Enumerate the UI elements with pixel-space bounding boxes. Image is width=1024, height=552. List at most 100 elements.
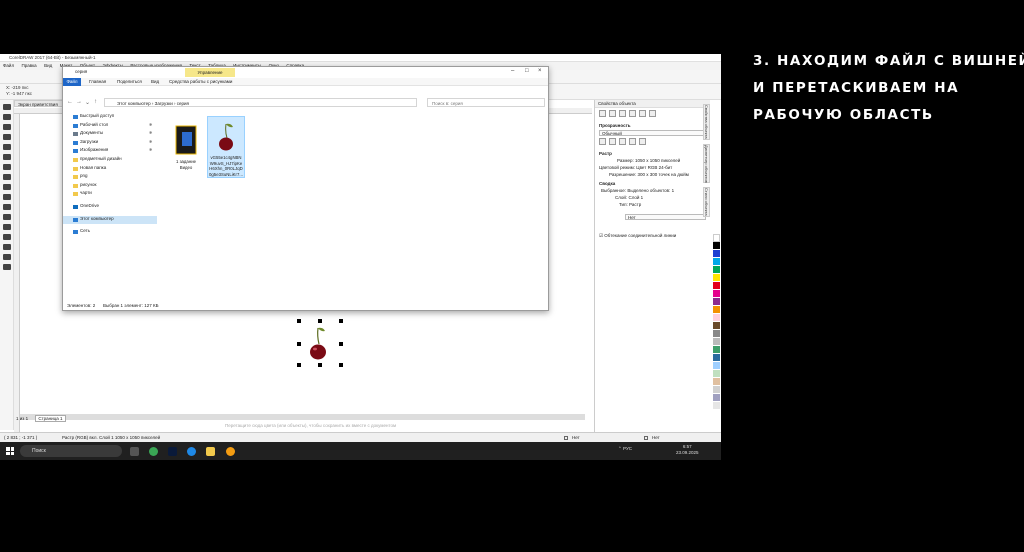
palette-swatch[interactable] (713, 338, 720, 346)
ribbon-tab-home[interactable]: Главная (89, 79, 106, 84)
cherry-bitmap[interactable] (305, 324, 331, 364)
transparency-mode-select[interactable]: Обычный (599, 130, 706, 136)
side-tab-object-properties[interactable]: Свойства объекта (703, 104, 710, 140)
crop-tool-icon[interactable] (3, 124, 11, 130)
connector-tool-icon[interactable] (3, 214, 11, 220)
file-item-cherry-image[interactable]: vG55e1c4gNBN W9uvS_HJ7ipKe H6Xhn_0R0LJqD… (207, 116, 245, 178)
palette-swatch[interactable] (713, 258, 720, 266)
explorer-search-input[interactable]: Поиск в: серия (427, 98, 545, 107)
corners-icon[interactable] (639, 110, 646, 117)
recent-icon[interactable]: ⌄ (85, 99, 90, 106)
back-icon[interactable]: ← (67, 99, 73, 105)
selection-handle[interactable] (297, 319, 301, 323)
fill-none-icon[interactable] (564, 436, 568, 440)
palette-swatch[interactable] (713, 250, 720, 258)
photoshop-icon[interactable] (168, 447, 177, 456)
connector-wrap-row[interactable]: ☑ Обтекание соединительной линии (595, 232, 710, 240)
nav-item[interactable]: Документы ✱ (63, 130, 157, 139)
palette-swatch[interactable] (713, 370, 720, 378)
effects-icon[interactable] (629, 110, 636, 117)
nav-item[interactable]: рисунок (63, 182, 157, 191)
palette-swatch[interactable] (713, 386, 720, 394)
no-transparency-icon[interactable] (599, 138, 606, 145)
file-explorer-icon[interactable] (206, 447, 215, 456)
nav-item[interactable]: Быстрый доступ (63, 113, 157, 122)
palette-swatch[interactable] (713, 314, 720, 322)
nav-item[interactable]: Этот компьютер (63, 215, 157, 225)
close-icon[interactable]: × (538, 68, 542, 74)
palette-swatch[interactable] (713, 274, 720, 282)
freehand-tool-icon[interactable] (3, 144, 11, 150)
wrap-icon[interactable] (649, 110, 656, 117)
coord-y[interactable]: Y: -1 947 пкс (6, 91, 32, 96)
nav-item[interactable]: Загрузки ✱ (63, 139, 157, 148)
side-tab-object-styles[interactable]: Стили объекта (703, 187, 710, 217)
palette-swatch[interactable] (713, 330, 720, 338)
menu-edit[interactable]: Правка (21, 63, 36, 68)
palette-swatch[interactable] (713, 290, 720, 298)
nav-item[interactable]: Изображения ✱ (63, 147, 157, 156)
nav-item[interactable]: OneDrive (63, 203, 157, 212)
breadcrumb-series[interactable]: серия (177, 101, 189, 106)
nav-item[interactable]: png (63, 173, 157, 182)
app-icon[interactable] (149, 447, 158, 456)
polygon-tool-icon[interactable] (3, 184, 11, 190)
palette-swatch[interactable] (713, 378, 720, 386)
nav-item[interactable]: предметный дизайн (63, 156, 157, 165)
palette-swatch[interactable] (713, 402, 720, 410)
coord-x[interactable]: X: -219 пкс (6, 85, 28, 90)
pin-icon[interactable]: ✱ (149, 139, 152, 144)
pin-icon[interactable]: ✱ (149, 130, 152, 135)
outline-icon[interactable] (599, 110, 606, 117)
transparency-icon[interactable] (619, 110, 626, 117)
breadcrumb-this-pc[interactable]: Этот компьютер (117, 101, 151, 106)
parallel-dimension-icon[interactable] (3, 204, 11, 210)
palette-swatch[interactable] (713, 282, 720, 290)
uniform-transparency-icon[interactable] (609, 138, 616, 145)
page-nav-label[interactable]: 1 из 1 (14, 416, 30, 421)
pattern-transparency-icon[interactable] (629, 138, 636, 145)
nav-item[interactable]: Новая папка (63, 165, 157, 174)
smart-fill-icon[interactable] (3, 264, 11, 270)
palette-swatch[interactable] (713, 306, 720, 314)
pin-icon[interactable]: ✱ (149, 122, 152, 127)
transparency-tool-icon[interactable] (3, 234, 11, 240)
shape-tool-icon[interactable] (3, 114, 11, 120)
side-tab-object-manager[interactable]: Диспетчер объектов (703, 143, 710, 184)
outline-none-icon[interactable] (644, 436, 648, 440)
selection-handle[interactable] (339, 363, 343, 367)
page-tab-1[interactable]: Страница 1 (35, 415, 66, 422)
wrap-select[interactable]: Нет (625, 214, 706, 220)
summary-section[interactable]: Сводка (595, 178, 710, 187)
selection-handle[interactable] (339, 319, 343, 323)
ribbon-tab-view[interactable]: Вид (151, 79, 159, 84)
palette-swatch[interactable] (713, 266, 720, 274)
bitmap-section[interactable]: Растр (595, 148, 710, 157)
horizontal-scrollbar[interactable] (20, 414, 585, 420)
file-item-video[interactable]: 1 задание Видео (167, 121, 205, 183)
breadcrumb-downloads[interactable]: Загрузки (155, 101, 173, 106)
rectangle-tool-icon[interactable] (3, 164, 11, 170)
interactive-fill-icon[interactable] (3, 254, 11, 260)
palette-swatch[interactable] (713, 298, 720, 306)
fill-icon[interactable] (609, 110, 616, 117)
nav-item[interactable]: чарти (63, 190, 157, 199)
menu-file[interactable]: Файл (3, 63, 14, 68)
edge-icon[interactable] (187, 447, 196, 456)
address-bar[interactable]: Этот компьютер › Загрузки › серия (104, 98, 417, 107)
minimize-icon[interactable]: – (511, 68, 514, 74)
pin-icon[interactable]: ✱ (149, 147, 152, 152)
explorer-titlebar[interactable]: серия – □ × (63, 67, 548, 77)
palette-swatch[interactable] (713, 322, 720, 330)
palette-swatch[interactable] (713, 362, 720, 370)
nav-item[interactable]: Рабочий стол ✱ (63, 122, 157, 131)
palette-swatch[interactable] (713, 394, 720, 402)
selection-handle[interactable] (297, 342, 301, 346)
browser-icon[interactable] (226, 447, 235, 456)
language-indicator[interactable]: РУС (623, 446, 632, 451)
tray-chevron-icon[interactable]: ⌃ (618, 446, 622, 451)
palette-swatch[interactable] (713, 354, 720, 362)
zoom-tool-icon[interactable] (3, 134, 11, 140)
ribbon-tab-share[interactable]: Поделиться (117, 79, 142, 84)
ribbon-tab-picture-tools[interactable]: Средства работы с рисунками (169, 79, 232, 84)
